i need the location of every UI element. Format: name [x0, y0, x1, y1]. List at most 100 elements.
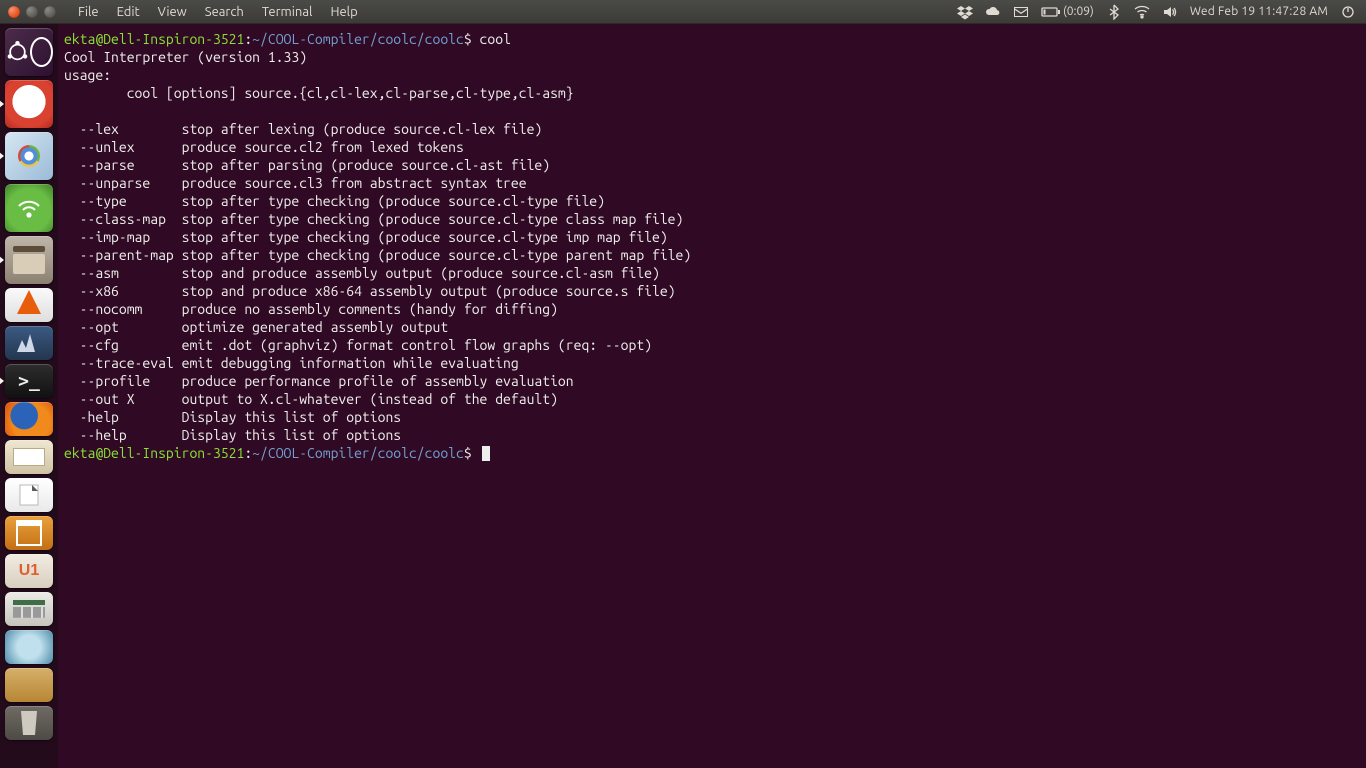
option-flag: --cfg — [64, 336, 182, 354]
launcher-files[interactable] — [5, 236, 53, 284]
menu-edit[interactable]: Edit — [109, 2, 148, 22]
option-desc: emit debugging information while evaluat… — [182, 355, 519, 371]
option-row: --parse stop after parsing (produce sour… — [64, 156, 1360, 174]
launcher-text-editor[interactable] — [5, 440, 53, 474]
dropbox-icon[interactable] — [957, 4, 973, 20]
prompt-dollar: $ — [464, 31, 480, 47]
option-flag: --unlex — [64, 138, 182, 156]
option-desc: stop after parsing (produce source.cl-as… — [182, 157, 550, 173]
option-desc: produce performance profile of assembly … — [182, 373, 574, 389]
option-row: --help Display this list of options — [64, 426, 1360, 444]
option-desc: stop and produce x86-64 assembly output … — [182, 283, 676, 299]
option-flag: --lex — [64, 120, 182, 138]
option-desc: stop after lexing (produce source.cl-lex… — [182, 121, 543, 137]
option-row: --opt optimize generated assembly output — [64, 318, 1360, 336]
launcher-amarok[interactable] — [5, 326, 53, 360]
option-desc: emit .dot (graphviz) format control flow… — [182, 337, 652, 353]
option-flag: --opt — [64, 318, 182, 336]
option-row: --unlex produce source.cl2 from lexed to… — [64, 138, 1360, 156]
launcher-software-center[interactable] — [5, 516, 53, 550]
output-header-2: usage: — [64, 67, 111, 83]
output-header-1: Cool Interpreter (version 1.33) — [64, 49, 307, 65]
option-desc: produce no assembly comments (handy for … — [182, 301, 558, 317]
terminal-command: cool — [480, 31, 511, 47]
launcher-terminal[interactable] — [5, 364, 53, 398]
global-menubar: File Edit View Search Terminal Help (0:0… — [0, 0, 1366, 24]
system-tray: (0:09) Wed Feb 19 11:47:28 AM — [957, 4, 1366, 20]
launcher-ubuntu-one[interactable] — [5, 554, 53, 588]
menu-help[interactable]: Help — [322, 2, 365, 22]
option-flag: --imp-map — [64, 228, 182, 246]
launcher-calculator[interactable] — [5, 592, 53, 626]
prompt-sep: : — [244, 31, 252, 47]
launcher-dash[interactable] — [5, 28, 53, 76]
option-row: -help Display this list of options — [64, 408, 1360, 426]
prompt-path-2: ~/COOL-Compiler/coolc/coolc — [252, 445, 464, 461]
option-flag: --parse — [64, 156, 182, 174]
option-desc: stop after type checking (produce source… — [182, 211, 684, 227]
launcher-vlc[interactable] — [5, 288, 53, 322]
launcher-libreoffice[interactable] — [5, 478, 53, 512]
clock[interactable]: Wed Feb 19 11:47:28 AM — [1190, 5, 1328, 18]
option-flag: --profile — [64, 372, 182, 390]
launcher-home-folder[interactable] — [5, 668, 53, 702]
launcher-disk-utility[interactable] — [5, 630, 53, 664]
window-maximize-button[interactable] — [44, 6, 56, 18]
launcher-chromium[interactable] — [5, 132, 53, 180]
option-row: --parent-map stop after type checking (p… — [64, 246, 1360, 264]
launcher-firefox[interactable] — [5, 402, 53, 436]
network-icon[interactable] — [1134, 4, 1150, 20]
option-row: --type stop after type checking (produce… — [64, 192, 1360, 210]
prompt-path: ~/COOL-Compiler/coolc/coolc — [252, 31, 464, 47]
option-flag: --trace-eval — [64, 354, 182, 372]
window-controls — [0, 6, 64, 18]
option-desc: Display this list of options — [182, 409, 402, 425]
mail-icon[interactable] — [1013, 4, 1029, 20]
battery-time: (0:09) — [1063, 5, 1094, 18]
weather-icon[interactable] — [985, 4, 1001, 20]
launcher-trash[interactable] — [5, 706, 53, 740]
option-row: --lex stop after lexing (produce source.… — [64, 120, 1360, 138]
launcher-network[interactable] — [5, 184, 53, 232]
option-flag: --asm — [64, 264, 182, 282]
menu-view[interactable]: View — [150, 2, 195, 22]
output-usage: cool [options] source.{cl,cl-lex,cl-pars… — [64, 85, 574, 101]
session-icon[interactable] — [1340, 4, 1356, 20]
option-row: --out X output to X.cl-whatever (instead… — [64, 390, 1360, 408]
volume-icon[interactable] — [1162, 4, 1178, 20]
option-flag: --unparse — [64, 174, 182, 192]
prompt-user: ekta@Dell-Inspiron-3521 — [64, 31, 244, 47]
option-flag: --nocomm — [64, 300, 182, 318]
option-flag: --help — [64, 426, 182, 444]
unity-launcher — [0, 24, 58, 768]
menu-search[interactable]: Search — [197, 2, 252, 22]
option-desc: Display this list of options — [182, 427, 402, 443]
option-flag: --type — [64, 192, 182, 210]
option-desc: produce source.cl2 from lexed tokens — [182, 139, 464, 155]
bluetooth-icon[interactable] — [1106, 4, 1122, 20]
launcher-document-viewer[interactable] — [5, 80, 53, 128]
option-desc: stop and produce assembly output (produc… — [182, 265, 660, 281]
option-flag: --class-map — [64, 210, 182, 228]
option-row: --profile produce performance profile of… — [64, 372, 1360, 390]
app-menu: File Edit View Search Terminal Help — [70, 2, 366, 22]
window-minimize-button[interactable] — [26, 6, 38, 18]
option-desc: stop after type checking (produce source… — [182, 247, 692, 263]
menu-file[interactable]: File — [70, 2, 107, 22]
option-desc: stop after type checking (produce source… — [182, 229, 668, 245]
menu-terminal[interactable]: Terminal — [254, 2, 321, 22]
option-row: --class-map stop after type checking (pr… — [64, 210, 1360, 228]
battery-icon[interactable]: (0:09) — [1041, 4, 1094, 20]
terminal-cursor — [482, 446, 490, 461]
option-desc: produce source.cl3 from abstract syntax … — [182, 175, 527, 191]
option-flag: --parent-map — [64, 246, 182, 264]
option-desc: stop after type checking (produce source… — [182, 193, 605, 209]
option-row: --unparse produce source.cl3 from abstra… — [64, 174, 1360, 192]
option-desc: optimize generated assembly output — [182, 319, 449, 335]
terminal-pane[interactable]: ekta@Dell-Inspiron-3521:~/COOL-Compiler/… — [58, 24, 1366, 768]
window-close-button[interactable] — [8, 6, 20, 18]
option-desc: output to X.cl-whatever (instead of the … — [182, 391, 558, 407]
option-flag: --x86 — [64, 282, 182, 300]
option-row: --trace-eval emit debugging information … — [64, 354, 1360, 372]
option-row: --cfg emit .dot (graphviz) format contro… — [64, 336, 1360, 354]
